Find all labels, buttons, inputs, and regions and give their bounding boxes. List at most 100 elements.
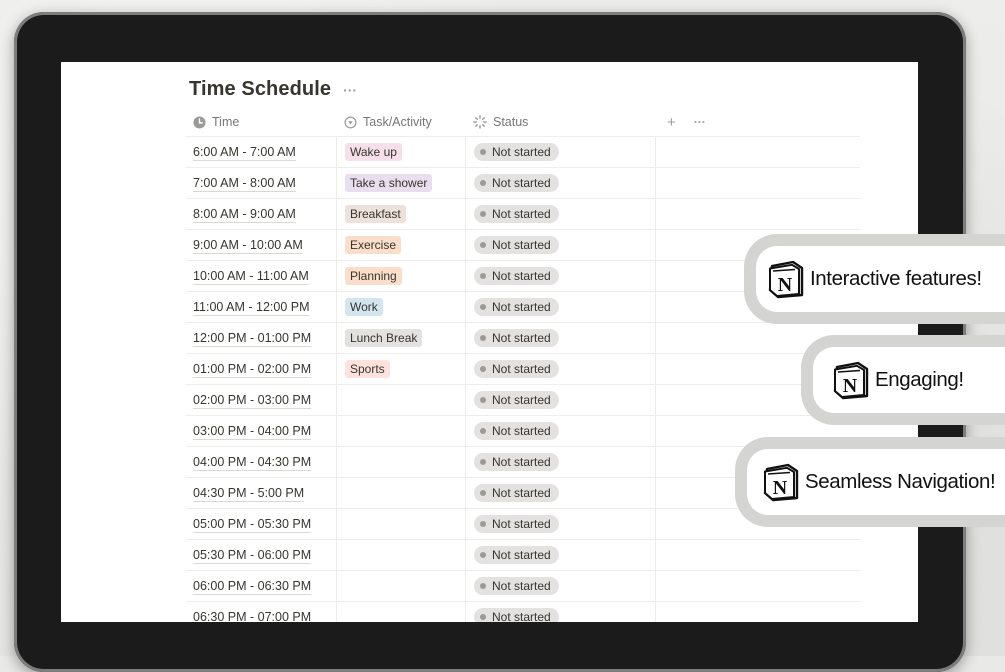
task-cell[interactable]: Take a shower	[336, 168, 465, 198]
badge-label: Interactive features!	[810, 267, 982, 290]
status-cell[interactable]: Not started	[465, 416, 655, 446]
svg-text:N: N	[773, 477, 788, 499]
more-options-icon[interactable]: ···	[343, 82, 357, 98]
page-title: Time Schedule	[189, 78, 332, 100]
badge-label: Seamless Navigation!	[805, 470, 996, 493]
status-cell[interactable]: Not started	[465, 509, 655, 539]
task-cell[interactable]: Lunch Break	[336, 323, 465, 353]
status-cell[interactable]: Not started	[465, 323, 655, 353]
status-cell[interactable]: Not started	[465, 385, 655, 415]
badge-seamless-navigation: N Seamless Navigation!	[735, 437, 1005, 527]
status-cell[interactable]: Not started	[465, 354, 655, 384]
time-cell[interactable]: 7:00 AM - 8:00 AM	[186, 168, 336, 198]
status-badge: Not started	[474, 453, 559, 471]
table-row[interactable]: 12:00 PM - 01:00 PM Lunch Break Not starte…	[186, 323, 860, 354]
task-cell[interactable]	[336, 571, 465, 601]
empty-cell	[655, 571, 860, 601]
status-dot-icon	[480, 366, 486, 372]
table-row[interactable]: 02:00 PM - 03:00 PM Not started	[186, 385, 860, 416]
status-label: Not started	[492, 238, 551, 252]
task-cell[interactable]	[336, 602, 465, 622]
status-label: Not started	[492, 207, 551, 221]
table-row[interactable]: 6:00 AM - 7:00 AM Wake up Not started	[186, 137, 860, 168]
table-row[interactable]: 05:30 PM - 06:00 PM Not started	[186, 540, 860, 571]
time-label: 06:00 PM - 06:30 PM	[193, 579, 312, 593]
table-row[interactable]: 06:30 PM - 07:00 PM Not started	[186, 602, 860, 622]
status-cell[interactable]: Not started	[465, 540, 655, 570]
column-label-time: Time	[212, 115, 240, 129]
empty-cell	[655, 602, 860, 622]
status-cell[interactable]: Not started	[465, 447, 655, 477]
status-label: Not started	[492, 424, 551, 438]
status-cell[interactable]: Not started	[465, 261, 655, 291]
column-header-actions: + ···	[655, 114, 860, 131]
time-cell[interactable]: 05:00 PM - 05:30 PM	[186, 509, 336, 539]
task-cell[interactable]	[336, 509, 465, 539]
status-badge: Not started	[474, 205, 559, 223]
clock-icon	[193, 115, 206, 129]
table-body: 6:00 AM - 7:00 AM Wake up Not started 7:00 …	[186, 137, 860, 622]
task-cell[interactable]: Exercise	[336, 230, 465, 260]
time-cell[interactable]: 03:00 PM - 04:00 PM	[186, 416, 336, 446]
time-cell[interactable]: 12:00 PM - 01:00 PM	[186, 323, 336, 353]
table-row[interactable]: 7:00 AM - 8:00 AM Take a shower Not starte…	[186, 168, 860, 199]
task-cell[interactable]	[336, 447, 465, 477]
status-cell[interactable]: Not started	[465, 199, 655, 229]
table-row[interactable]: 8:00 AM - 9:00 AM Breakfast Not started	[186, 199, 860, 230]
task-tag: Take a shower	[345, 174, 433, 192]
time-cell[interactable]: 01:00 PM - 02:00 PM	[186, 354, 336, 384]
time-cell[interactable]: 6:00 AM - 7:00 AM	[186, 137, 336, 167]
task-tag: Wake up	[345, 143, 402, 161]
status-cell[interactable]: Not started	[465, 571, 655, 601]
task-tag: Planning	[345, 267, 402, 285]
time-label: 04:30 PM - 5:00 PM	[193, 486, 305, 500]
time-cell[interactable]: 04:30 PM - 5:00 PM	[186, 478, 336, 508]
time-cell[interactable]: 9:00 AM - 10:00 AM	[186, 230, 336, 260]
time-cell[interactable]: 04:00 PM - 04:30 PM	[186, 447, 336, 477]
time-cell[interactable]: 02:00 PM - 03:00 PM	[186, 385, 336, 415]
column-label-task: Task/Activity	[363, 115, 432, 129]
status-label: Not started	[492, 393, 551, 407]
task-cell[interactable]: Sports	[336, 354, 465, 384]
status-dot-icon	[480, 273, 486, 279]
time-cell[interactable]: 10:00 AM - 11:00 AM	[186, 261, 336, 291]
status-badge: Not started	[474, 422, 559, 440]
task-cell[interactable]	[336, 416, 465, 446]
time-label: 7:00 AM - 8:00 AM	[193, 176, 296, 190]
status-badge: Not started	[474, 174, 559, 192]
notion-logo-icon: N	[766, 259, 806, 299]
table-row[interactable]: 06:00 PM - 06:30 PM Not started	[186, 571, 860, 602]
time-label: 12:00 PM - 01:00 PM	[193, 331, 312, 345]
time-cell[interactable]: 11:00 AM - 12:00 PM	[186, 292, 336, 322]
column-header-status[interactable]: Status	[465, 115, 655, 129]
table-row[interactable]: 01:00 PM - 02:00 PM Sports Not started	[186, 354, 860, 385]
status-cell[interactable]: Not started	[465, 602, 655, 622]
time-cell[interactable]: 05:30 PM - 06:00 PM	[186, 540, 336, 570]
status-cell[interactable]: Not started	[465, 292, 655, 322]
status-cell[interactable]: Not started	[465, 168, 655, 198]
task-tag: Breakfast	[345, 205, 406, 223]
table-more-icon[interactable]: ···	[694, 115, 706, 129]
task-cell[interactable]	[336, 478, 465, 508]
task-cell[interactable]: Wake up	[336, 137, 465, 167]
status-cell[interactable]: Not started	[465, 137, 655, 167]
task-cell[interactable]	[336, 540, 465, 570]
task-cell[interactable]	[336, 385, 465, 415]
add-property-icon[interactable]: +	[667, 114, 676, 131]
time-cell[interactable]: 06:30 PM - 07:00 PM	[186, 602, 336, 622]
task-cell[interactable]: Breakfast	[336, 199, 465, 229]
task-tag: Work	[345, 298, 383, 316]
status-cell[interactable]: Not started	[465, 478, 655, 508]
task-cell[interactable]: Work	[336, 292, 465, 322]
status-badge: Not started	[474, 577, 559, 595]
time-cell[interactable]: 06:00 PM - 06:30 PM	[186, 571, 336, 601]
status-cell[interactable]: Not started	[465, 230, 655, 260]
status-badge: Not started	[474, 391, 559, 409]
time-label: 6:00 AM - 7:00 AM	[193, 145, 296, 159]
task-cell[interactable]: Planning	[336, 261, 465, 291]
empty-cell	[655, 199, 860, 229]
time-cell[interactable]: 8:00 AM - 9:00 AM	[186, 199, 336, 229]
time-label: 04:00 PM - 04:30 PM	[193, 455, 312, 469]
column-header-time[interactable]: Time	[186, 115, 336, 129]
column-header-task[interactable]: Task/Activity	[336, 115, 465, 129]
